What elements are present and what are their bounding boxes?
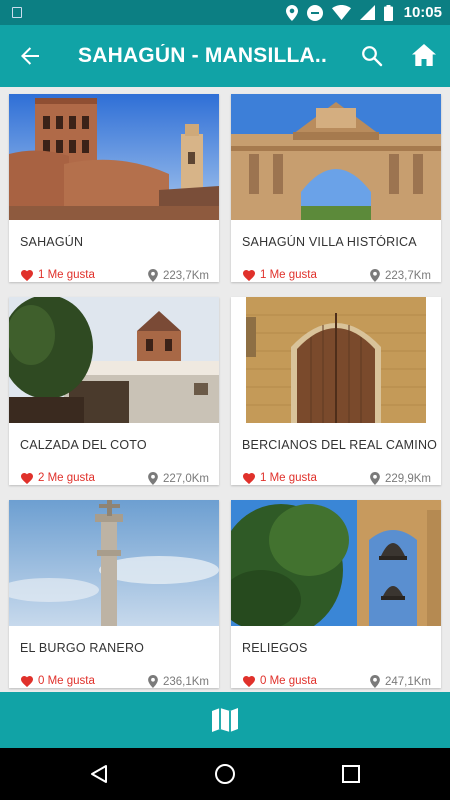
place-name: EL BURGO RANERO xyxy=(20,641,145,655)
location-pin-icon xyxy=(148,675,158,688)
place-name: SAHAGÚN VILLA HISTÓRICA xyxy=(242,235,417,249)
likes-count[interactable]: 1 Me gusta xyxy=(243,472,317,484)
distance: 223,7Km xyxy=(370,269,431,282)
distance-label: 247,1Km xyxy=(384,675,431,688)
home-icon xyxy=(412,44,436,66)
distance-label: 227,0Km xyxy=(162,472,209,485)
place-card[interactable]: SAHAGÚN 1 Me gusta 223,7Km xyxy=(9,94,219,282)
place-photo xyxy=(9,500,219,626)
distance-label: 223,7Km xyxy=(162,269,209,282)
heart-icon xyxy=(243,675,255,687)
likes-label: 0 Me gusta xyxy=(260,675,317,687)
distance: 247,1Km xyxy=(370,675,431,688)
system-back-button[interactable] xyxy=(87,762,111,786)
place-name: CALZADA DEL COTO xyxy=(20,438,147,452)
battery-icon xyxy=(383,4,393,21)
search-icon xyxy=(362,46,383,67)
likes-label: 0 Me gusta xyxy=(38,675,95,687)
place-card[interactable]: EL BURGO RANERO 0 Me gusta 236,1Km xyxy=(9,500,219,688)
home-circle-icon xyxy=(215,764,235,784)
place-photo xyxy=(231,297,441,423)
heart-icon xyxy=(21,675,33,687)
distance-label: 223,7Km xyxy=(384,269,431,282)
home-button[interactable] xyxy=(408,39,440,71)
place-name: BERCIANOS DEL REAL CAMINO xyxy=(242,438,437,452)
place-card[interactable]: CALZADA DEL COTO 2 Me gusta 227,0Km xyxy=(9,297,219,485)
back-button[interactable] xyxy=(14,40,46,72)
wifi-icon xyxy=(331,5,351,20)
likes-label: 1 Me gusta xyxy=(38,269,95,281)
search-button[interactable] xyxy=(356,40,388,72)
system-recents-button[interactable] xyxy=(339,762,363,786)
likes-label: 1 Me gusta xyxy=(260,472,317,484)
distance: 229,9Km xyxy=(370,472,431,485)
likes-label: 2 Me gusta xyxy=(38,472,95,484)
notification-icon xyxy=(12,7,22,18)
likes-count[interactable]: 0 Me gusta xyxy=(243,675,317,687)
likes-label: 1 Me gusta xyxy=(260,269,317,281)
distance-label: 229,9Km xyxy=(384,472,431,485)
place-card[interactable]: SAHAGÚN VILLA HISTÓRICA 1 Me gusta 223,7… xyxy=(231,94,441,282)
location-pin-icon xyxy=(370,472,380,485)
place-name: SAHAGÚN xyxy=(20,235,84,249)
heart-icon xyxy=(243,269,255,281)
location-pin-icon xyxy=(370,675,380,688)
recents-square-icon xyxy=(342,765,360,783)
place-name: RELIEGOS xyxy=(242,641,308,655)
location-pin-icon xyxy=(148,269,158,282)
place-card[interactable]: BERCIANOS DEL REAL CAMINO 1 Me gusta 229… xyxy=(231,297,441,485)
place-photo xyxy=(9,297,219,423)
place-photo xyxy=(231,500,441,626)
map-button[interactable] xyxy=(0,692,450,748)
do-not-disturb-icon xyxy=(306,4,323,21)
arrow-left-icon xyxy=(21,47,39,65)
likes-count[interactable]: 1 Me gusta xyxy=(243,269,317,281)
status-bar: 10:05 xyxy=(0,0,450,25)
distance: 223,7Km xyxy=(148,269,209,282)
page-title: SAHAGÚN - MANSILLA... xyxy=(78,44,328,67)
cell-signal-icon xyxy=(359,5,375,20)
place-card[interactable]: RELIEGOS 0 Me gusta 247,1Km xyxy=(231,500,441,688)
distance: 236,1Km xyxy=(148,675,209,688)
heart-icon xyxy=(21,472,33,484)
back-triangle-icon xyxy=(91,765,107,783)
app-bar: SAHAGÚN - MANSILLA... xyxy=(0,25,450,87)
heart-icon xyxy=(21,269,33,281)
status-time: 10:05 xyxy=(403,4,442,21)
heart-icon xyxy=(243,472,255,484)
likes-count[interactable]: 1 Me gusta xyxy=(21,269,95,281)
likes-count[interactable]: 0 Me gusta xyxy=(21,675,95,687)
location-icon xyxy=(285,4,298,21)
map-icon xyxy=(212,708,238,732)
distance: 227,0Km xyxy=(148,472,209,485)
system-home-button[interactable] xyxy=(213,762,237,786)
location-pin-icon xyxy=(370,269,380,282)
place-photo xyxy=(231,94,441,220)
places-grid: SAHAGÚN 1 Me gusta 223,7Km SAHAGÚN VILLA… xyxy=(0,87,450,692)
distance-label: 236,1Km xyxy=(162,675,209,688)
place-photo xyxy=(9,94,219,220)
likes-count[interactable]: 2 Me gusta xyxy=(21,472,95,484)
location-pin-icon xyxy=(148,472,158,485)
system-nav-bar xyxy=(0,748,450,800)
